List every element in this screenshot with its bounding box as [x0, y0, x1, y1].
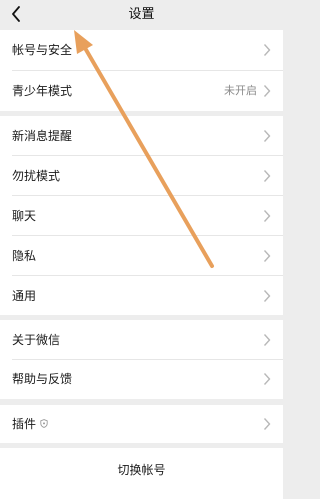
switch-account-label: 切换帐号 [117, 463, 166, 477]
settings-item-notifications[interactable]: 新消息提醒 [0, 116, 283, 156]
settings-item-general[interactable]: 通用 [0, 276, 283, 316]
chevron-right-icon [263, 44, 271, 56]
settings-item-help-feedback[interactable]: 帮助与反馈 [0, 359, 283, 399]
settings-item-do-not-disturb[interactable]: 勿扰模式 [0, 156, 283, 196]
settings-item-value: 未开启 [224, 84, 257, 97]
settings-item-label: 帐号与安全 [12, 43, 73, 57]
settings-item-label: 新消息提醒 [12, 129, 73, 143]
settings-group-general: 新消息提醒 勿扰模式 聊天 隐私 通用 [0, 116, 283, 315]
chevron-right-icon [263, 250, 271, 262]
chevron-right-icon [263, 130, 271, 142]
navigation-bar: 设置 [0, 0, 283, 30]
settings-item-label: 插件 [12, 405, 48, 443]
plugins-label-text: 插件 [12, 417, 37, 431]
page-title: 设置 [128, 7, 155, 22]
chevron-right-icon [263, 290, 271, 302]
settings-item-label: 青少年模式 [12, 84, 73, 98]
shield-icon [40, 419, 48, 428]
settings-item-privacy[interactable]: 隐私 [0, 236, 283, 276]
settings-item-label: 隐私 [12, 249, 37, 263]
switch-account-button[interactable]: 切换帐号 [0, 448, 283, 499]
chevron-right-icon [263, 373, 271, 385]
settings-group-plugins: 插件 [0, 405, 283, 443]
settings-item-teen-mode[interactable]: 青少年模式 未开启 [0, 71, 283, 111]
settings-item-chat[interactable]: 聊天 [0, 196, 283, 236]
chevron-right-icon [263, 210, 271, 222]
settings-item-label: 帮助与反馈 [12, 372, 73, 386]
settings-group-account: 帐号与安全 青少年模式 未开启 [0, 30, 283, 111]
settings-item-label: 通用 [12, 289, 37, 303]
chevron-right-icon [263, 334, 271, 346]
chevron-right-icon [263, 418, 271, 430]
settings-item-label: 聊天 [12, 209, 37, 223]
settings-item-label: 关于微信 [12, 333, 61, 347]
settings-item-plugins[interactable]: 插件 [0, 405, 283, 443]
chevron-right-icon [263, 170, 271, 182]
settings-item-about-wechat[interactable]: 关于微信 [0, 320, 283, 360]
settings-item-account-security[interactable]: 帐号与安全 [0, 30, 283, 70]
chevron-right-icon [263, 85, 271, 97]
settings-item-label: 勿扰模式 [12, 169, 61, 183]
settings-group-about: 关于微信 帮助与反馈 [0, 320, 283, 399]
